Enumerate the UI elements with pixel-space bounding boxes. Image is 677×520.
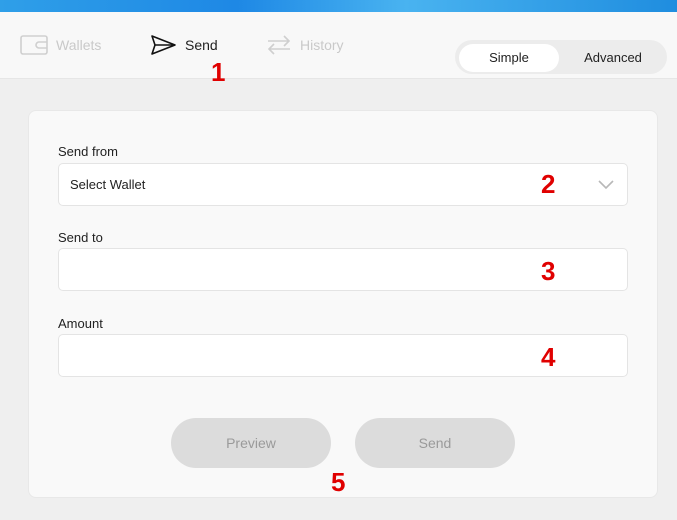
nav-send[interactable]: Send [149, 12, 218, 78]
send-button[interactable]: Send [355, 418, 515, 468]
annotation-marker-4: 4 [541, 342, 556, 372]
nav-wallets[interactable]: Wallets [20, 12, 101, 78]
annotation-marker-2: 2 [541, 169, 556, 199]
mode-simple-option[interactable]: Simple [459, 44, 559, 72]
preview-button[interactable]: Preview [171, 418, 331, 468]
wallet-icon [20, 35, 48, 55]
chevron-down-icon [597, 177, 615, 195]
amount-label: Amount [58, 316, 103, 331]
nav-send-label: Send [185, 37, 218, 53]
history-arrows-icon [266, 35, 292, 55]
nav-wallets-label: Wallets [56, 37, 102, 53]
nav-history[interactable]: History [266, 12, 344, 78]
annotation-marker-5: 5 [331, 467, 346, 497]
send-to-label: Send to [58, 230, 103, 245]
send-icon [149, 34, 177, 56]
annotation-marker-3: 3 [541, 256, 556, 286]
mode-toggle: Simple Advanced [455, 40, 667, 74]
send-from-label: Send from [58, 144, 118, 159]
top-banner [0, 0, 677, 12]
send-from-value: Select Wallet [70, 177, 146, 192]
mode-advanced-option[interactable]: Advanced [563, 44, 663, 72]
navbar: Wallets Send History Simple Advanced [0, 12, 677, 79]
annotation-marker-1: 1 [211, 57, 226, 87]
nav-history-label: History [300, 37, 344, 53]
